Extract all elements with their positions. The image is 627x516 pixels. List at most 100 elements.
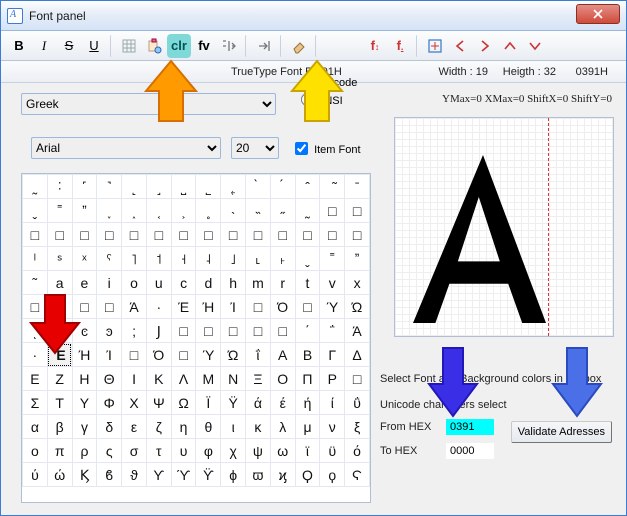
char-cell[interactable]: ˭ — [47, 199, 72, 223]
char-cell[interactable]: Ώ — [345, 295, 370, 319]
char-cell[interactable]: ˧ — [171, 247, 196, 271]
char-cell[interactable]: □ — [345, 367, 370, 391]
char-cell[interactable]: □ — [270, 223, 295, 247]
fit-icon[interactable] — [423, 34, 447, 58]
close-button[interactable] — [576, 4, 620, 24]
char-cell[interactable]: Ϛ — [345, 463, 370, 487]
char-cell[interactable]: ϑ — [122, 463, 147, 487]
char-cell[interactable]: ˶ — [270, 199, 295, 223]
char-cell[interactable]: ̃ — [320, 175, 345, 199]
char-cell[interactable]: □ — [295, 223, 320, 247]
char-cell[interactable]: Γ — [320, 343, 345, 367]
char-cell[interactable]: ́ — [270, 175, 295, 199]
char-cell[interactable]: □ — [221, 319, 246, 343]
char-cell[interactable]: □ — [122, 223, 147, 247]
char-cell[interactable]: Ν — [221, 367, 246, 391]
f-up-icon[interactable]: f↕ — [363, 34, 387, 58]
char-cell[interactable]: ˤ — [97, 247, 122, 271]
char-cell[interactable]: ˷ — [295, 199, 320, 223]
char-cell[interactable]: Ψ — [146, 391, 171, 415]
char-cell[interactable]: ˯ — [97, 199, 122, 223]
char-cell[interactable]: ˮ — [345, 247, 370, 271]
char-cell[interactable]: Ή — [196, 295, 221, 319]
char-cell[interactable]: ˩ — [221, 247, 246, 271]
char-cell[interactable]: Ϳ — [146, 319, 171, 343]
char-cell[interactable]: ˬ — [295, 247, 320, 271]
char-cell[interactable]: Ϊ — [196, 391, 221, 415]
char-cell[interactable]: □ — [196, 223, 221, 247]
underline-button[interactable]: U — [82, 34, 106, 58]
char-cell[interactable]: r — [270, 271, 295, 295]
char-cell[interactable]: τ — [146, 439, 171, 463]
char-cell[interactable]: d — [196, 271, 221, 295]
char-cell[interactable]: □ — [270, 319, 295, 343]
char-cell[interactable]: i — [97, 271, 122, 295]
char-cell[interactable]: Η — [72, 367, 97, 391]
arrow-left-icon[interactable] — [448, 34, 472, 58]
char-cell[interactable]: □ — [72, 223, 97, 247]
char-cell[interactable]: □ — [246, 223, 271, 247]
char-cell[interactable]: θ — [196, 415, 221, 439]
char-cell[interactable]: ν — [320, 415, 345, 439]
char-cell[interactable]: λ — [270, 415, 295, 439]
char-cell[interactable]: Φ — [97, 391, 122, 415]
char-cell[interactable]: □ — [122, 343, 147, 367]
char-cell[interactable]: ω — [270, 439, 295, 463]
char-cell[interactable]: ΰ — [345, 391, 370, 415]
char-cell[interactable]: ϒ — [146, 463, 171, 487]
char-cell[interactable]: □ — [171, 223, 196, 247]
char-cell[interactable]: □ — [97, 295, 122, 319]
char-cell[interactable]: Ϗ — [72, 463, 97, 487]
char-cell[interactable]: ρ — [72, 439, 97, 463]
font-size-select[interactable]: 20 — [231, 137, 279, 159]
char-cell[interactable]: ϕ — [221, 463, 246, 487]
char-cell[interactable]: χ — [221, 439, 246, 463]
char-cell[interactable]: ˨ — [196, 247, 221, 271]
f-down-icon[interactable]: f. — [388, 34, 412, 58]
char-cell[interactable]: ˮ — [72, 199, 97, 223]
char-cell[interactable]: ͽ — [97, 319, 122, 343]
char-cell[interactable]: ι — [221, 415, 246, 439]
char-cell[interactable]: η — [171, 415, 196, 439]
char-cell[interactable]: ώ — [47, 463, 72, 487]
char-cell[interactable]: ; — [122, 319, 147, 343]
char-cell[interactable]: ˰ — [122, 199, 147, 223]
char-cell[interactable]: Ύ — [320, 295, 345, 319]
char-cell[interactable]: ˻ — [122, 175, 147, 199]
font-family-select[interactable]: Arial — [31, 137, 221, 159]
char-cell[interactable]: □ — [196, 319, 221, 343]
char-cell[interactable]: ζ — [146, 415, 171, 439]
char-cell[interactable]: ˫ — [270, 247, 295, 271]
char-cell[interactable]: α — [23, 415, 48, 439]
arrow-right-icon[interactable] — [473, 34, 497, 58]
char-cell[interactable]: Χ — [122, 391, 147, 415]
char-cell[interactable]: ϓ — [171, 463, 196, 487]
char-cell[interactable]: c — [171, 271, 196, 295]
char-cell[interactable]: ή — [295, 391, 320, 415]
char-cell[interactable]: ο — [23, 439, 48, 463]
char-cell[interactable]: Ϙ — [295, 463, 320, 487]
char-cell[interactable]: ˲ — [171, 199, 196, 223]
char-cell[interactable]: Α — [270, 343, 295, 367]
strike-button[interactable]: S — [57, 34, 81, 58]
char-cell[interactable]: □ — [146, 223, 171, 247]
char-cell[interactable]: ϗ — [270, 463, 295, 487]
char-cell[interactable]: γ — [72, 415, 97, 439]
char-cell[interactable]: υ — [171, 439, 196, 463]
char-cell[interactable]: v — [320, 271, 345, 295]
char-cell[interactable]: Ο — [270, 367, 295, 391]
char-cell[interactable]: ̀ — [246, 175, 271, 199]
char-cell[interactable]: □ — [171, 319, 196, 343]
char-cell[interactable]: x — [345, 271, 370, 295]
arrow-up-icon[interactable] — [498, 34, 522, 58]
char-cell[interactable]: ς — [97, 439, 122, 463]
char-cell[interactable]: ˦ — [146, 247, 171, 271]
to-hex-input[interactable] — [446, 443, 494, 459]
arrow-down-icon[interactable] — [523, 34, 547, 58]
char-cell[interactable]: o — [122, 271, 147, 295]
fv-button[interactable]: fv — [192, 34, 216, 58]
char-cell[interactable]: ˴ — [221, 199, 246, 223]
char-cell[interactable]: □ — [345, 223, 370, 247]
clr-button[interactable]: clr — [167, 34, 191, 58]
char-cell[interactable]: Β — [295, 343, 320, 367]
